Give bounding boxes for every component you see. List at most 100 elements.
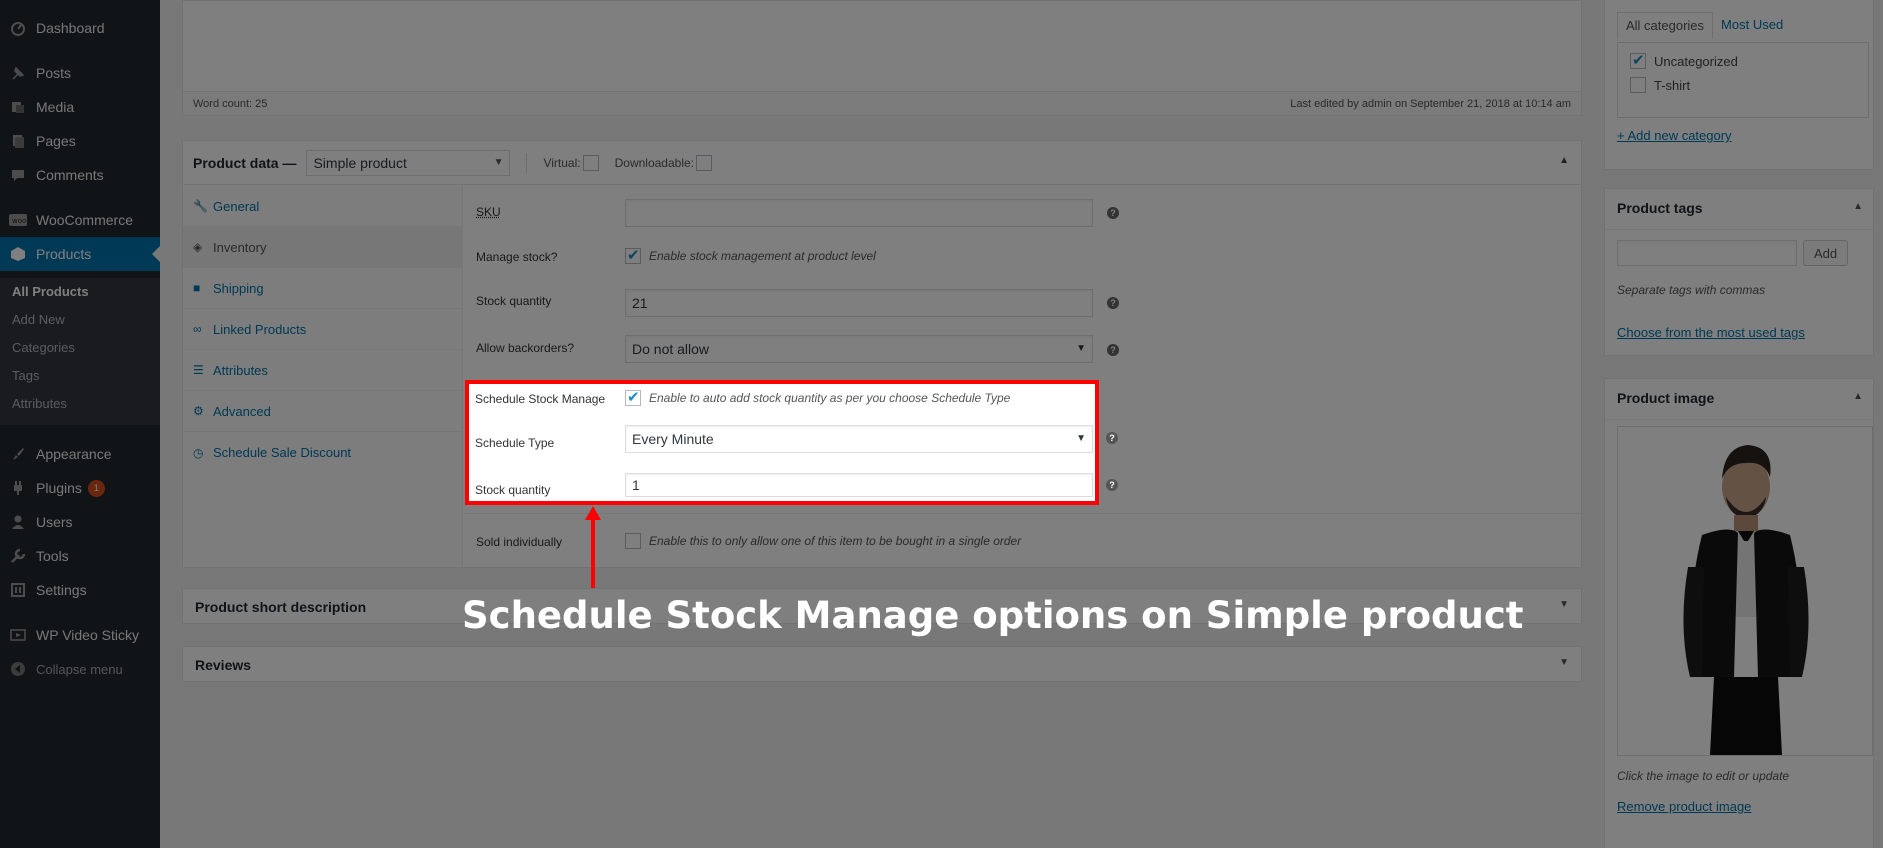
stock-quantity-label: Stock quantity (476, 294, 552, 308)
admin-sidebar: Dashboard Posts Media Pages Comments woo… (0, 0, 160, 848)
submenu-attributes[interactable]: Attributes (12, 394, 67, 414)
backorders-select[interactable]: Do not allow ▼ (625, 335, 1093, 363)
sold-individually-text: Enable this to only allow one of this it… (649, 534, 1022, 548)
downloadable-checkbox-label[interactable]: Downloadable: (614, 154, 712, 171)
help-icon[interactable]: ? (1107, 297, 1119, 309)
menu-woocommerce[interactable]: woo WooCommerce (0, 203, 160, 237)
menu-media[interactable]: Media (0, 90, 160, 124)
tab-inventory[interactable]: ◈ Inventory (183, 227, 463, 268)
menu-label: Comments (36, 167, 104, 183)
tab-attributes[interactable]: ☰ Attributes (183, 350, 463, 391)
menu-label: Pages (36, 133, 76, 149)
submenu-categories[interactable]: Categories (12, 338, 75, 358)
help-icon[interactable]: ? (1106, 432, 1118, 444)
menu-appearance[interactable]: Appearance (0, 437, 160, 471)
category-checklist: Uncategorized T-shirt (1617, 42, 1869, 118)
brush-icon (0, 446, 36, 462)
tab-label: Attributes (213, 362, 268, 378)
help-icon[interactable]: ? (1106, 479, 1118, 491)
tab-general[interactable]: 🔧 General (183, 186, 463, 227)
sold-individually-label: Sold individually (476, 535, 563, 549)
collapse-menu-button[interactable]: Collapse menu (0, 652, 160, 686)
submenu-tags[interactable]: Tags (12, 366, 39, 386)
menu-label: Dashboard (36, 20, 105, 36)
manage-stock-row: Enable stock management at product level (625, 246, 876, 264)
tab-shipping[interactable]: ■ Shipping (183, 268, 463, 309)
remove-image-link[interactable]: Remove product image (1617, 799, 1751, 814)
product-type-select[interactable]: Simple product ▼ (306, 149, 511, 176)
products-submenu: All Products Add New Categories Tags Att… (0, 278, 160, 425)
add-tag-button[interactable]: Add (1803, 240, 1849, 266)
menu-settings[interactable]: Settings (0, 573, 160, 607)
chevron-down-icon: ▼ (493, 156, 504, 168)
menu-label: Media (36, 99, 75, 115)
link-icon: ∞ (193, 322, 202, 336)
virtual-label: Virtual: (543, 155, 581, 170)
product-image[interactable] (1617, 426, 1873, 756)
menu-comments[interactable]: Comments (0, 158, 160, 192)
reviews-metabox[interactable]: Reviews ▼ (182, 646, 1582, 682)
submenu-all-products[interactable]: All Products (12, 282, 89, 302)
category-item[interactable]: T-shirt (1630, 77, 1690, 93)
chevron-down-icon: ▼ (1076, 343, 1086, 354)
truck-icon: ■ (193, 281, 201, 295)
menu-pages[interactable]: Pages (0, 124, 160, 158)
menu-label: Users (36, 514, 73, 530)
tags-hint: Separate tags with commas (1617, 283, 1766, 297)
product-tags-metabox: Product tags ▲ Add Separate tags with co… (1604, 188, 1874, 356)
tab-advanced[interactable]: ⚙ Advanced (183, 391, 463, 432)
short-description-title: Product short description (195, 599, 367, 615)
menu-label: Tools (36, 548, 69, 564)
manage-stock-checkbox[interactable] (625, 246, 641, 264)
tag-input[interactable] (1617, 240, 1797, 266)
sold-individually-checkbox[interactable] (625, 533, 641, 549)
tab-label: Shipping (213, 280, 264, 296)
help-icon[interactable]: ? (1107, 344, 1119, 356)
gear-icon: ⚙ (193, 404, 204, 418)
image-hint: Click the image to edit or update (1617, 769, 1790, 783)
menu-users[interactable]: Users (0, 505, 160, 539)
downloadable-label: Downloadable: (614, 155, 694, 170)
category-checkbox[interactable] (1630, 77, 1646, 93)
product-type-value: Simple product (313, 154, 407, 171)
help-icon[interactable]: ? (1107, 207, 1119, 219)
tab-most-used[interactable]: Most Used (1713, 12, 1791, 39)
chevron-down-icon[interactable]: ▼ (1559, 657, 1569, 668)
choose-tags-link[interactable]: Choose from the most used tags (1617, 325, 1805, 340)
tab-label: Inventory (213, 239, 267, 255)
stock-quantity-input[interactable]: 21 (625, 289, 1093, 317)
menu-tools[interactable]: Tools (0, 539, 160, 573)
submenu-add-new[interactable]: Add New (12, 310, 65, 330)
tab-schedule-sale-discount[interactable]: ◷ Schedule Sale Discount (183, 432, 463, 473)
virtual-checkbox[interactable] (582, 154, 599, 171)
menu-posts[interactable]: Posts (0, 56, 160, 90)
dashboard-icon (0, 20, 36, 36)
add-new-category-link[interactable]: + Add new category (1617, 128, 1732, 143)
page-icon (0, 133, 36, 149)
plug-icon (0, 480, 36, 496)
menu-dashboard[interactable]: Dashboard (0, 11, 160, 45)
downloadable-checkbox[interactable] (696, 154, 712, 171)
svg-text:woo: woo (12, 217, 26, 225)
tab-label: Advanced (213, 403, 271, 419)
backorders-value: Do not allow (632, 341, 710, 357)
sku-label: SKU (476, 205, 501, 219)
collapse-toggle-icon[interactable]: ▲ (1559, 155, 1569, 166)
menu-products[interactable]: Products (0, 237, 160, 271)
product-data-header: Product data — Simple product ▼ Virtual:… (183, 141, 1581, 185)
sku-input[interactable] (625, 199, 1093, 227)
menu-label: Posts (36, 65, 72, 81)
annotation-arrow (585, 506, 601, 588)
tab-linked-products[interactable]: ∞ Linked Products (183, 309, 463, 350)
menu-wp-video-sticky[interactable]: WP Video Sticky (0, 618, 160, 652)
tab-all-categories[interactable]: All categories (1617, 12, 1714, 39)
category-label: Uncategorized (1654, 53, 1738, 69)
chevron-up-icon[interactable]: ▲ (1853, 201, 1863, 212)
menu-plugins[interactable]: Plugins 1 (0, 471, 160, 505)
category-checkbox[interactable] (1630, 51, 1646, 69)
chevron-down-icon[interactable]: ▼ (1559, 599, 1569, 610)
category-item[interactable]: Uncategorized (1630, 51, 1738, 69)
chevron-up-icon[interactable]: ▲ (1853, 391, 1863, 402)
menu-label: Collapse menu (36, 661, 123, 677)
virtual-checkbox-label[interactable]: Virtual: (543, 154, 599, 171)
